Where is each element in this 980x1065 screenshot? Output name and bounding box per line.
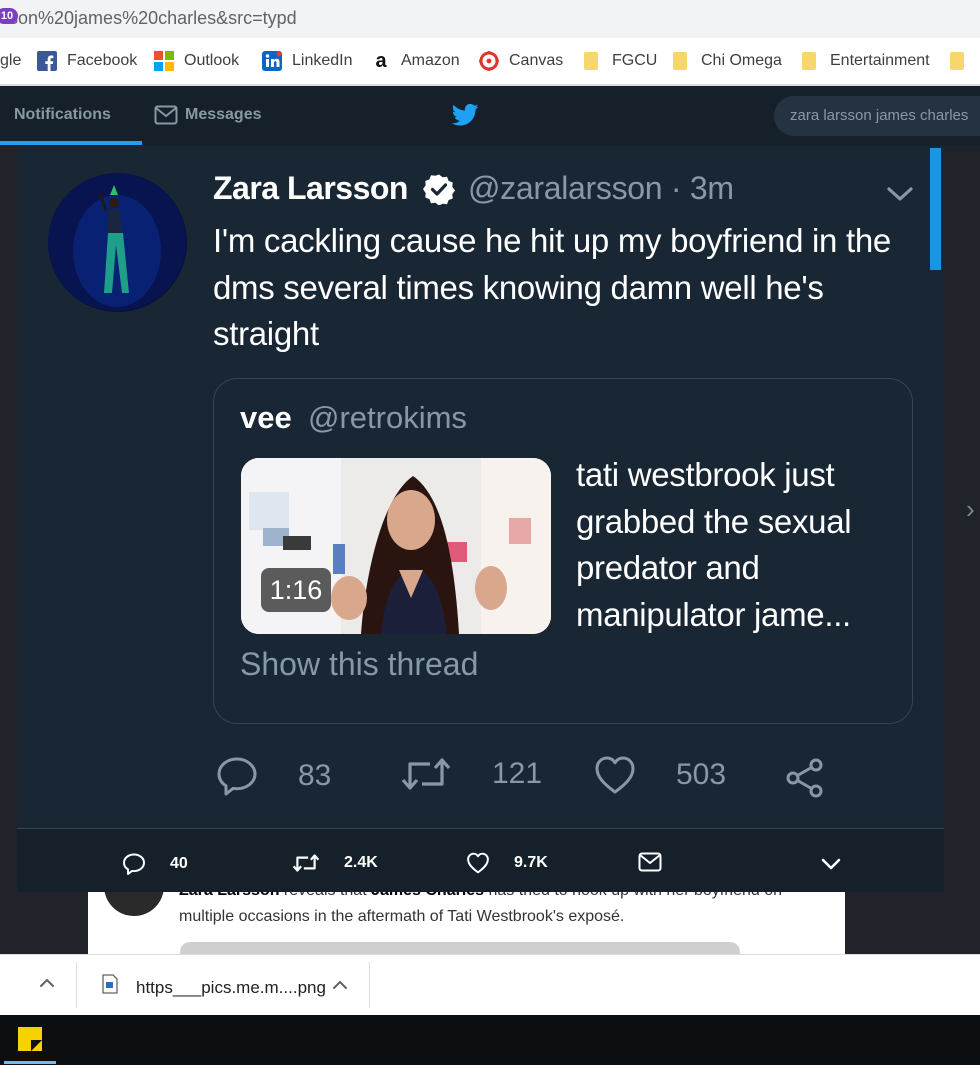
reply-button[interactable]: 83 [216,755,331,797]
envelope-icon [154,105,178,130]
reply-count: 83 [298,759,332,792]
chevron-down-icon[interactable] [820,856,842,877]
retweet-count: 121 [492,757,543,790]
bookmark-label: Entertainment [830,52,930,69]
share-icon[interactable] [784,757,826,804]
like-button[interactable]: 503 [594,755,726,795]
quoted-author-name: vee [240,400,292,435]
like-count: 503 [676,758,727,791]
notifications-badge: 10 [0,8,18,24]
parent-reply-count: 40 [170,855,188,872]
nav-notifications[interactable]: Notifications [14,106,111,124]
bookmark-folder-overflow[interactable] [950,50,978,72]
scrollbar-thumb[interactable] [930,148,941,270]
background-media [180,942,740,954]
bookmark-label: Amazon [401,52,460,69]
facebook-icon [37,51,57,71]
search-input-value[interactable]: zara larsson james charles [790,107,968,124]
parent-retweet-button[interactable]: 2.4K [292,852,378,874]
folder-icon [584,52,598,70]
canvas-icon [479,51,499,71]
reply-icon [122,852,158,876]
quoted-tweet-text: tati westbrook just grabbed the sexual p… [576,456,852,633]
folder-icon [802,52,816,70]
folder-icon [673,52,687,70]
bookmarks-bar: gle Facebook Outlook LinkedIn a Amazon C… [0,38,980,86]
folder-icon [950,52,964,70]
chevron-right-icon[interactable]: › [966,494,975,525]
heart-icon [466,852,502,874]
verified-badge-icon [423,173,455,206]
download-file-name[interactable]: https___pics.me.m....png [136,978,326,998]
divider [76,962,77,1008]
bookmark-label: LinkedIn [292,52,353,69]
linkedin-icon [262,51,282,71]
microsoft-icon [154,51,174,71]
sticky-notes-app-icon[interactable] [18,1027,42,1051]
bookmark-label: Canvas [509,52,564,69]
parent-retweet-count: 2.4K [344,854,378,871]
bookmark-folder-chi-omega[interactable]: Chi Omega [673,50,782,72]
amazon-icon: a [375,49,387,72]
bookmark-label: Outlook [184,52,240,69]
bookmark-facebook[interactable]: Facebook [37,50,137,72]
bookmark-label: gle [0,52,22,69]
bookmark-label: FGCU [612,52,658,69]
bookmark-google[interactable]: gle [0,50,21,72]
taskbar [0,1015,980,1065]
tweet-author-name[interactable]: Zara Larsson [213,170,408,207]
tweet-author-handle[interactable]: @zaralarsson · 3m [468,170,734,207]
chevron-up-icon[interactable] [38,976,56,995]
parent-reply-button[interactable]: 40 [122,852,188,876]
active-tab-indicator [0,141,142,145]
bookmark-outlook[interactable]: Outlook [154,50,239,72]
active-app-indicator [4,1061,56,1064]
bookmark-amazon[interactable]: a Amazon [371,49,460,72]
bookmark-folder-entertainment[interactable]: Entertainment [802,50,930,72]
heart-icon [594,755,656,795]
video-duration-badge: 1:16 [261,568,331,612]
bookmark-label: Facebook [67,52,138,69]
bookmark-linkedin[interactable]: LinkedIn [262,50,353,72]
chevron-up-icon[interactable] [331,978,349,997]
avatar[interactable] [48,173,187,312]
direct-message-icon[interactable] [638,852,662,877]
bookmark-label: Chi Omega [701,52,782,69]
url-text[interactable]: sson%20james%20charles&src=typd [0,8,297,29]
parent-like-button[interactable]: 9.7K [466,852,548,874]
retweet-icon [292,852,332,874]
image-file-icon [102,974,118,999]
show-thread-link[interactable]: Show this thread [240,646,478,683]
bookmark-canvas[interactable]: Canvas [479,50,563,72]
retweet-button[interactable]: 121 [400,755,542,793]
tweet-text: I'm cackling cause he hit up my boyfrien… [213,222,891,352]
reply-icon [216,755,278,797]
divider [369,962,370,1008]
nav-messages[interactable]: Messages [185,106,262,124]
retweet-icon [400,755,472,793]
chevron-down-icon[interactable] [885,182,915,206]
bookmark-folder-fgcu[interactable]: FGCU [584,50,657,72]
twitter-bird-icon[interactable] [451,103,479,132]
parent-like-count: 9.7K [514,854,548,871]
quoted-author-handle: @retrokims [308,400,467,435]
